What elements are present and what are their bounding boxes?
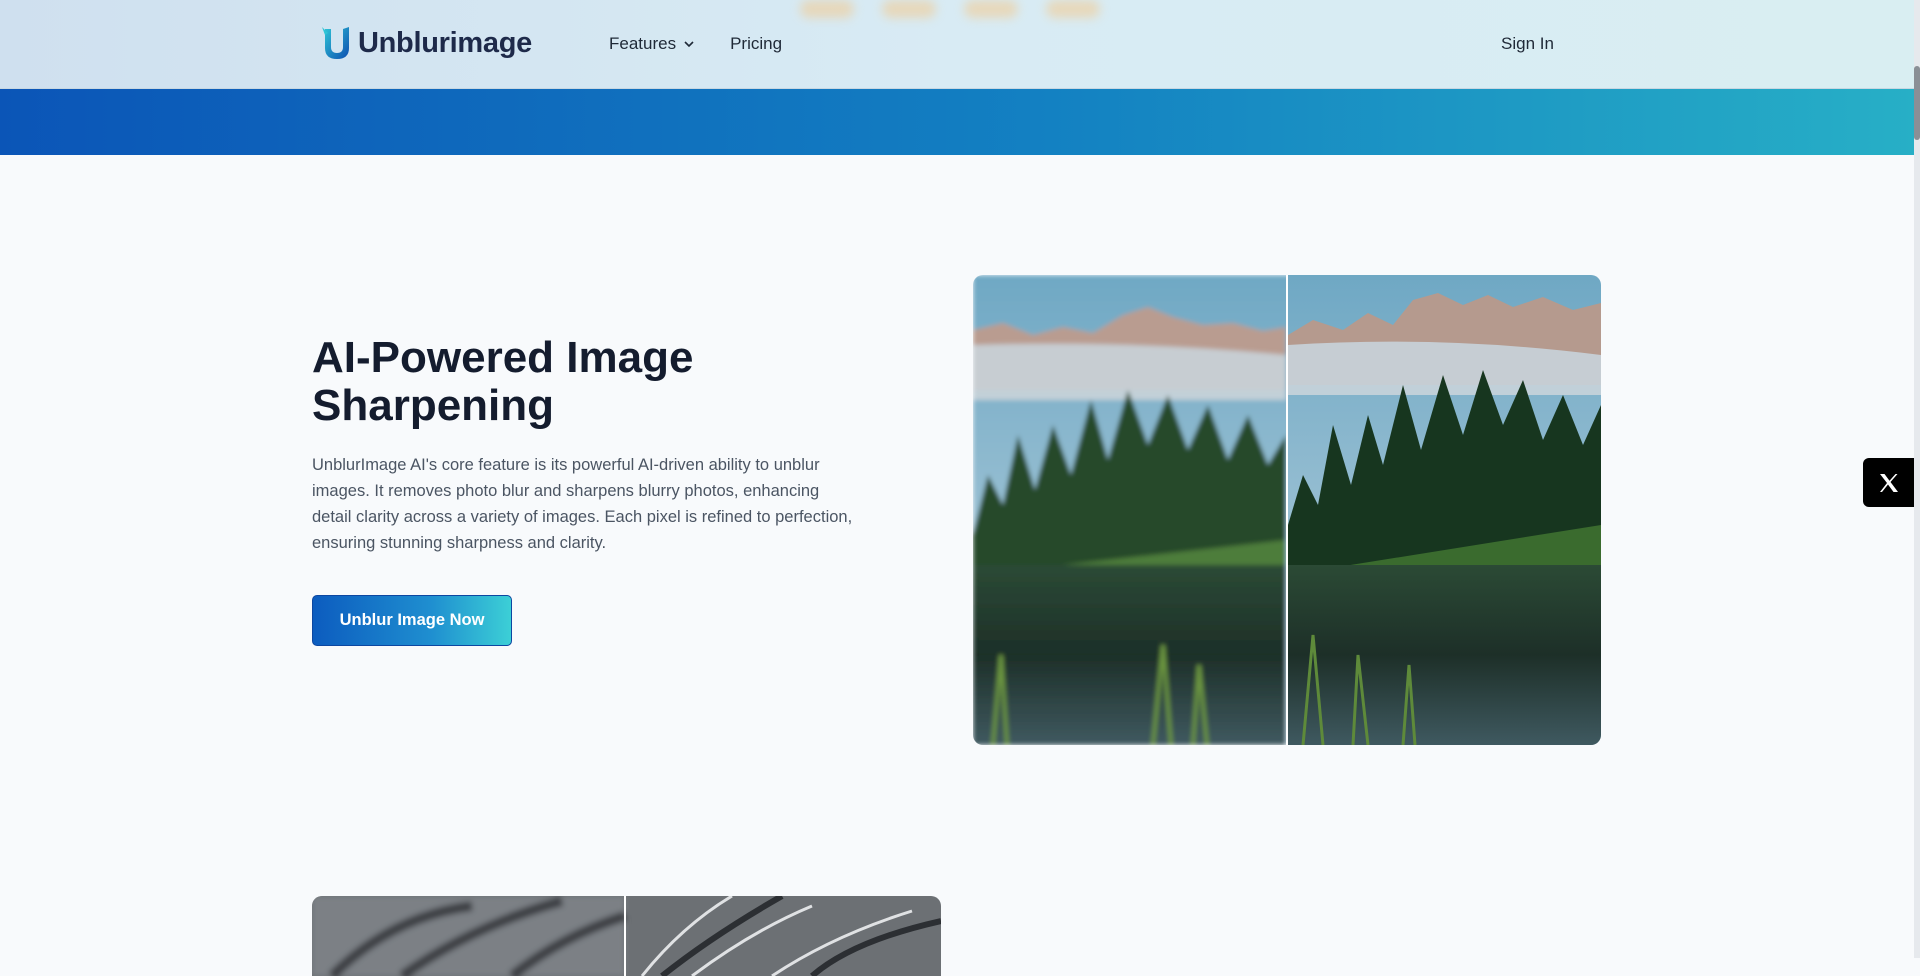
unblur-image-now-button[interactable]: Unblur Image Now [312, 595, 512, 646]
nav-features-label: Features [609, 34, 677, 53]
nav-pricing[interactable]: Pricing [730, 34, 782, 54]
grayscale-image [312, 896, 941, 976]
faded-banner [800, 0, 1100, 24]
section-description: UnblurImage AI's core feature is its pow… [312, 456, 853, 552]
logo-icon [322, 27, 349, 59]
x-share-button[interactable] [1863, 458, 1914, 507]
scrollbar-thumb[interactable] [1914, 66, 1920, 140]
main-nav: Features Pricing [609, 34, 782, 54]
second-comparison-image[interactable] [312, 896, 941, 976]
before-after-comparison-image[interactable] [973, 275, 1601, 745]
comparison-slider-divider[interactable] [1286, 275, 1288, 745]
site-header: Unblurimage Features Pricing Sign In [0, 0, 1914, 89]
page-scrollbar[interactable] [1914, 0, 1920, 958]
nav-features[interactable]: Features [609, 34, 696, 54]
x-logo-icon [1879, 473, 1898, 492]
hero-banner-strip [0, 88, 1914, 155]
logo-text: Unblurimage [358, 26, 532, 59]
landscape-image [973, 275, 1601, 745]
sign-in-link[interactable]: Sign In [1501, 34, 1554, 54]
logo[interactable]: Unblurimage [322, 25, 532, 61]
section-title: AI-Powered Image Sharpening [312, 333, 694, 430]
nav-pricing-label: Pricing [730, 34, 783, 53]
chevron-down-icon [684, 41, 694, 48]
